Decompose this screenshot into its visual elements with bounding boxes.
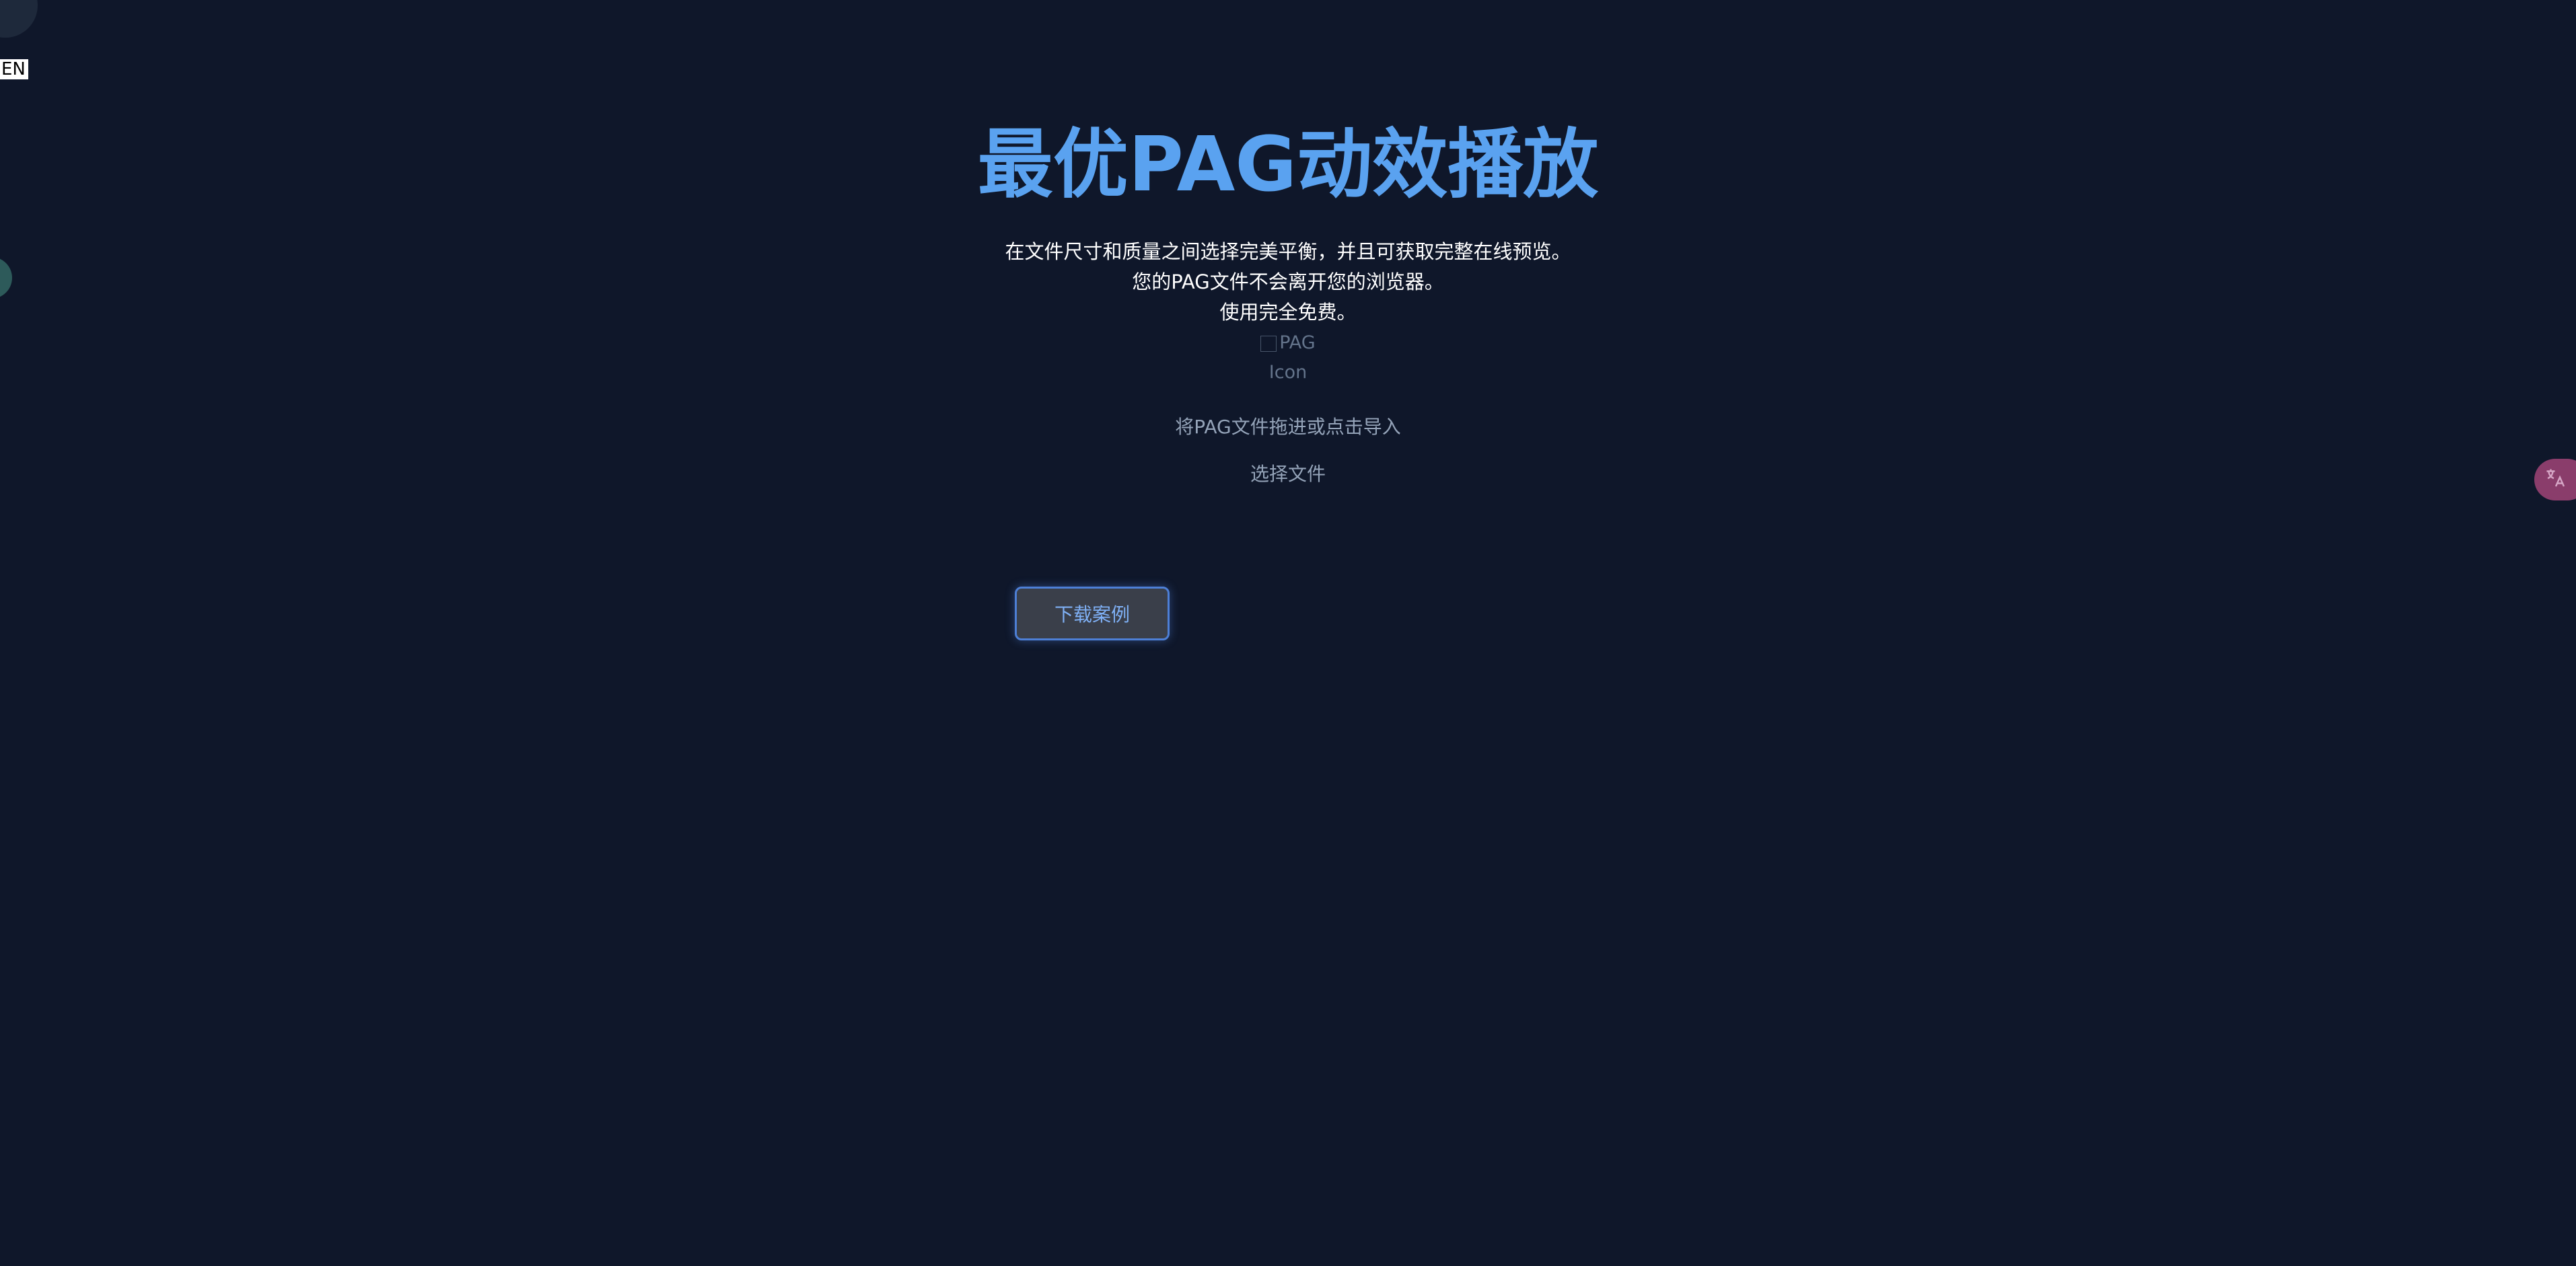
page-title: 最优PAG动效播放 <box>977 121 1599 209</box>
download-example-button[interactable]: 下载案例 <box>1015 587 1170 640</box>
broken-image-icon <box>1260 335 1277 352</box>
pag-icon-image: PAG Icon <box>1254 328 1322 387</box>
drop-zone-hint[interactable]: 将PAG文件拖进或点击导入 <box>0 414 2576 441</box>
language-toggle[interactable]: EN <box>0 59 28 79</box>
image-alt-text: Icon <box>1268 362 1308 383</box>
translate-button[interactable] <box>2534 459 2576 500</box>
description-line: 使用完全免费。 <box>1219 301 1357 324</box>
avatar-circle[interactable] <box>0 0 38 38</box>
image-alt-text: PAG <box>1279 332 1316 353</box>
description-line: 在文件尺寸和质量之间选择完美平衡，并且可获取完整在线预览。 <box>1005 240 1571 263</box>
description-line: 您的PAG文件不会离开您的浏览器。 <box>1132 270 1444 293</box>
translate-icon <box>2544 466 2568 493</box>
hero-description: 在文件尺寸和质量之间选择完美平衡，并且可获取完整在线预览。 您的PAG文件不会离… <box>0 237 2576 328</box>
page-root: EN 最优PAG动效播放 在文件尺寸和质量之间选择完美平衡，并且可获取完整在线预… <box>0 0 2576 1266</box>
choose-file-button[interactable]: 选择文件 <box>1219 461 1357 488</box>
